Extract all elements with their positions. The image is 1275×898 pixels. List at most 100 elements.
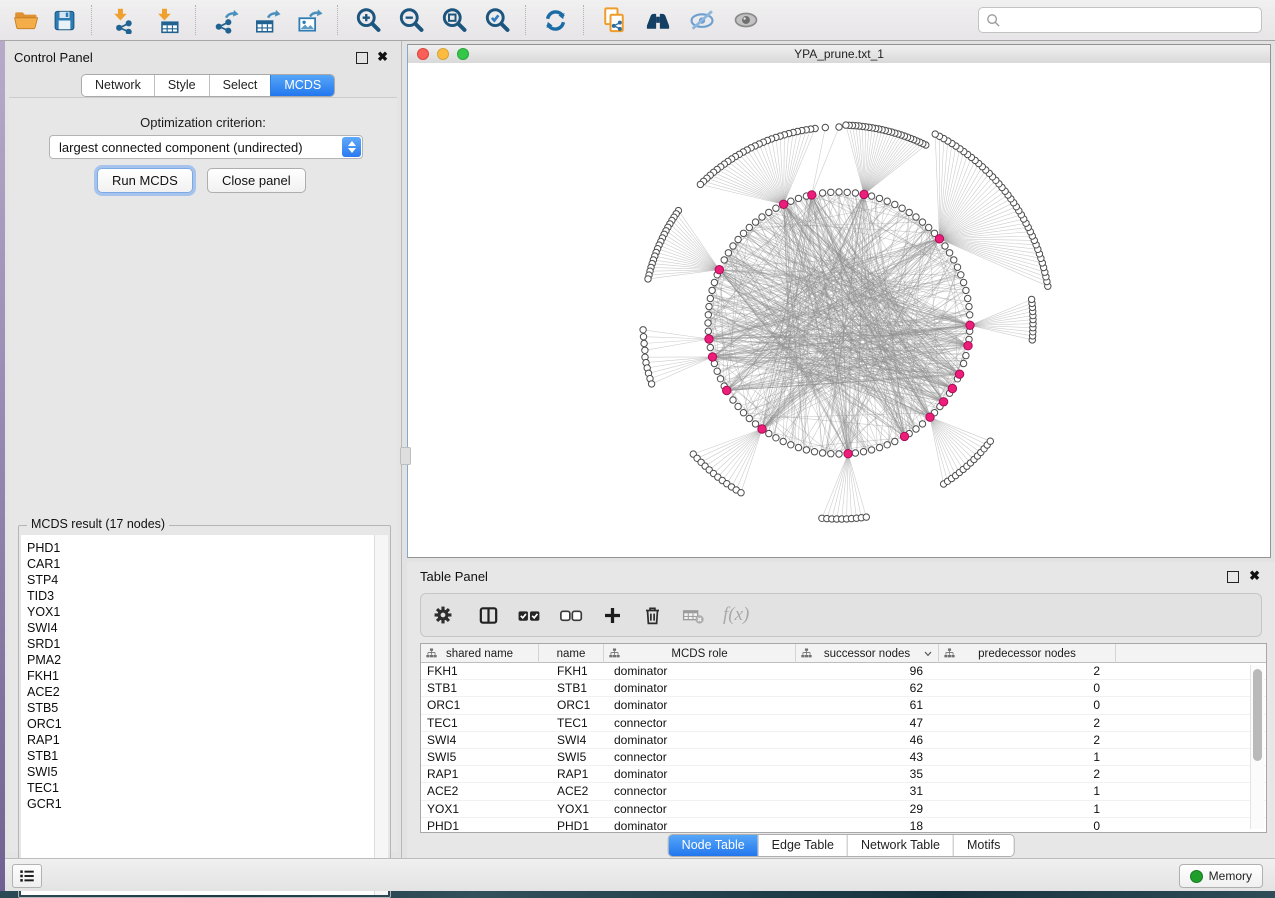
graph-node[interactable]	[759, 214, 765, 220]
table-cell-shared_name[interactable]: PHD1	[421, 818, 539, 833]
table-row[interactable]: PHD1PHD1dominator180	[421, 818, 1266, 833]
graph-node[interactable]	[740, 230, 746, 236]
graph-node[interactable]	[752, 421, 758, 427]
graph-node[interactable]	[711, 279, 717, 285]
save-session-button[interactable]	[44, 2, 84, 38]
graph-node[interactable]	[746, 415, 752, 421]
table-cell-predecessors[interactable]: 0	[939, 680, 1116, 696]
zoom-out-button[interactable]	[389, 2, 432, 38]
graph-node[interactable]	[926, 224, 932, 230]
table-cell-name[interactable]: ACE2	[539, 783, 604, 799]
graph-hub-node[interactable]	[964, 342, 972, 350]
search-input[interactable]	[1001, 9, 1261, 31]
graph-node[interactable]	[919, 219, 925, 225]
graph-leaf-node[interactable]	[642, 347, 648, 353]
table-row[interactable]: STB1STB1dominator620	[421, 680, 1266, 697]
table-cell-role[interactable]: connector	[604, 715, 796, 731]
table-cell-predecessors[interactable]: 2	[939, 732, 1116, 748]
zoom-in-button[interactable]	[346, 2, 389, 38]
splitter-handle[interactable]	[400, 447, 411, 465]
network-window-titlebar[interactable]: YPA_prune.txt_1	[408, 45, 1270, 64]
table-cell-role[interactable]: dominator	[604, 697, 796, 713]
table-cell-successors[interactable]: 18	[796, 818, 939, 833]
table-cell-successors[interactable]: 62	[796, 680, 939, 696]
column-header-successors[interactable]: successor nodes	[796, 644, 939, 663]
graph-node[interactable]	[913, 214, 919, 220]
table-cell-name[interactable]: FKH1	[539, 663, 604, 679]
tab-select[interactable]: Select	[209, 75, 271, 96]
mcds-result-item[interactable]: SWI4	[21, 620, 388, 636]
table-cell-name[interactable]: PHD1	[539, 818, 604, 833]
graph-node[interactable]	[868, 447, 874, 453]
graph-node[interactable]	[919, 421, 925, 427]
table-cell-predecessors[interactable]: 2	[939, 715, 1116, 731]
table-cell-predecessors[interactable]: 2	[939, 663, 1116, 679]
graph-node[interactable]	[828, 189, 834, 195]
table-row[interactable]: YOX1YOX1connector291	[421, 801, 1266, 818]
graph-leaf-node[interactable]	[648, 381, 654, 387]
table-row[interactable]: FKH1FKH1dominator962	[421, 663, 1266, 680]
graph-node[interactable]	[836, 451, 842, 457]
table-cell-successors[interactable]: 43	[796, 749, 939, 765]
graph-node[interactable]	[963, 287, 969, 293]
table-cell-shared_name[interactable]: YOX1	[421, 801, 539, 817]
table-row[interactable]: RAP1RAP1dominator352	[421, 766, 1266, 783]
table-cell-successors[interactable]: 46	[796, 732, 939, 748]
tab-mcds[interactable]: MCDS	[270, 75, 334, 96]
graph-node[interactable]	[860, 449, 866, 455]
import-table-button[interactable]	[144, 2, 188, 38]
table-cell-role[interactable]: dominator	[604, 766, 796, 782]
table-cell-successors[interactable]: 61	[796, 697, 939, 713]
column-header-shared_name[interactable]: shared name	[421, 644, 539, 663]
column-header-name[interactable]: name	[539, 644, 604, 663]
table-cell-predecessors[interactable]: 0	[939, 818, 1116, 833]
graph-node[interactable]	[730, 243, 736, 249]
graph-hub-node[interactable]	[715, 266, 723, 274]
delete-column-button[interactable]	[641, 604, 664, 627]
close-table-panel-icon[interactable]: ✖	[1249, 571, 1260, 581]
graph-hub-node[interactable]	[860, 190, 868, 198]
mcds-result-item[interactable]: PMA2	[21, 652, 388, 668]
graph-hub-node[interactable]	[966, 321, 974, 329]
graph-node[interactable]	[773, 205, 779, 211]
table-cell-name[interactable]: YOX1	[539, 801, 604, 817]
float-table-panel-icon[interactable]	[1227, 571, 1239, 583]
table-cell-shared_name[interactable]: SWI5	[421, 749, 539, 765]
close-panel-icon[interactable]: ✖	[377, 52, 388, 62]
run-mcds-button[interactable]: Run MCDS	[97, 168, 193, 193]
graph-node[interactable]	[773, 435, 779, 441]
mcds-result-item[interactable]: ACE2	[21, 684, 388, 700]
table-cell-role[interactable]: dominator	[604, 680, 796, 696]
tab-edge-table[interactable]: Edge Table	[758, 835, 847, 856]
graph-hub-node[interactable]	[844, 450, 852, 458]
graph-node[interactable]	[868, 193, 874, 199]
share-document-button[interactable]	[592, 2, 636, 38]
table-cell-successors[interactable]: 35	[796, 766, 939, 782]
table-row[interactable]: SWI4SWI4dominator462	[421, 732, 1266, 749]
graph-node[interactable]	[967, 312, 973, 318]
export-table-button[interactable]	[246, 2, 288, 38]
table-cell-shared_name[interactable]: STB1	[421, 680, 539, 696]
close-panel-button[interactable]: Close panel	[207, 168, 306, 193]
mcds-result-item[interactable]: STB1	[21, 748, 388, 764]
graph-node[interactable]	[876, 444, 882, 450]
table-cell-predecessors[interactable]: 1	[939, 783, 1116, 799]
graph-hub-node[interactable]	[779, 200, 787, 208]
mcds-result-item[interactable]: YOX1	[21, 604, 388, 620]
graph-node[interactable]	[852, 450, 858, 456]
graph-node[interactable]	[707, 344, 713, 350]
table-cell-role[interactable]: dominator	[604, 663, 796, 679]
tab-network[interactable]: Network	[82, 75, 154, 96]
graph-node[interactable]	[884, 442, 890, 448]
task-history-button[interactable]	[12, 864, 42, 888]
delete-table-button[interactable]	[681, 603, 706, 628]
graph-node[interactable]	[913, 426, 919, 432]
graph-node[interactable]	[721, 257, 727, 263]
network-canvas[interactable]	[408, 63, 1270, 557]
graph-node[interactable]	[752, 219, 758, 225]
table-cell-predecessors[interactable]: 2	[939, 766, 1116, 782]
graph-leaf-node[interactable]	[836, 124, 842, 130]
graph-hub-node[interactable]	[705, 335, 713, 343]
graph-node[interactable]	[960, 360, 966, 366]
table-cell-shared_name[interactable]: FKH1	[421, 663, 539, 679]
